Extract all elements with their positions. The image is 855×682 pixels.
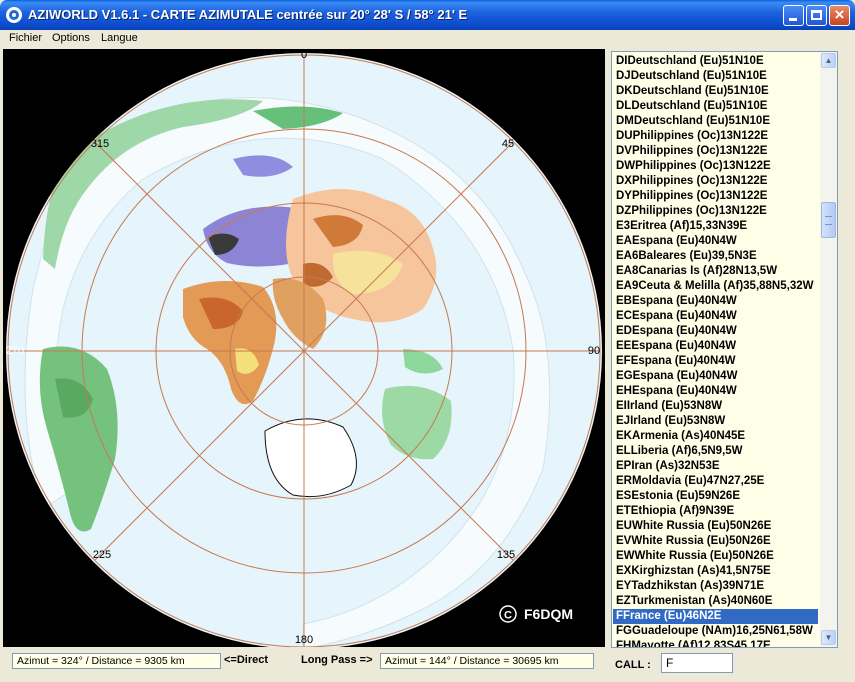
list-item[interactable]: ERMoldavia (Eu)47N27,25E	[613, 474, 818, 489]
list-item[interactable]: FHMayotte (Af)12.83S45.17E	[613, 639, 818, 647]
copyright-text: F6DQM	[524, 606, 573, 622]
long-path-readout: Azimut = 144° / Distance = 30695 km	[380, 653, 594, 669]
direct-label: <=Direct	[224, 654, 269, 666]
list-item[interactable]: E3Eritrea (Af)15,33N39E	[613, 219, 818, 234]
list-item[interactable]: EPIran (As)32N53E	[613, 459, 818, 474]
copyright-mark: C F6DQM	[499, 605, 573, 623]
list-item[interactable]: EVWhite Russia (Eu)50N26E	[613, 534, 818, 549]
list-item[interactable]: DXPhilippines (Oc)13N122E	[613, 174, 818, 189]
list-item[interactable]: DYPhilippines (Oc)13N122E	[613, 189, 818, 204]
globe-icon[interactable]	[6, 7, 22, 23]
maximize-icon	[811, 10, 822, 20]
azimuth-label-135: 135	[497, 549, 515, 561]
list-item[interactable]: EDEspana (Eu)40N4W	[613, 324, 818, 339]
list-item[interactable]: DKDeutschland (Eu)51N10E	[613, 84, 818, 99]
list-item[interactable]: EUWhite Russia (Eu)50N26E	[613, 519, 818, 534]
list-item[interactable]: DUPhilippines (Oc)13N122E	[613, 129, 818, 144]
list-item[interactable]: EHEspana (Eu)40N4W	[613, 384, 818, 399]
azimuth-label-225: 225	[93, 549, 111, 561]
close-icon: ×	[834, 5, 845, 24]
list-item[interactable]: ELLiberia (Af)6,5N9,5W	[613, 444, 818, 459]
list-item[interactable]: ETEthiopia (Af)9N39E	[613, 504, 818, 519]
list-item[interactable]: EJIrland (Eu)53N8W	[613, 414, 818, 429]
status-bar: Azimut = 324° / Distance = 9305 km <=Dir…	[0, 648, 855, 682]
list-item[interactable]: DIDeutschland (Eu)51N10E	[613, 54, 818, 69]
list-item[interactable]: EEEspana (Eu)40N4W	[613, 339, 818, 354]
menu-bar: Fichier Options Langue	[0, 30, 855, 48]
maximize-button[interactable]	[806, 5, 827, 26]
scroll-thumb[interactable]	[821, 202, 836, 238]
list-item[interactable]: EXKirghizstan (As)41,5N75E	[613, 564, 818, 579]
copyright-icon: C	[504, 610, 512, 622]
list-item[interactable]: EYTadzhikstan (As)39N71E	[613, 579, 818, 594]
chevron-down-icon: ▼	[824, 633, 833, 642]
list-item[interactable]: EFEspana (Eu)40N4W	[613, 354, 818, 369]
scroll-up-button[interactable]: ▲	[821, 53, 836, 68]
direct-path-readout: Azimut = 324° / Distance = 9305 km	[12, 653, 221, 669]
list-item[interactable]: EAEspana (Eu)40N4W	[613, 234, 818, 249]
list-item[interactable]: EGEspana (Eu)40N4W	[613, 369, 818, 384]
list-item[interactable]: DMDeutschland (Eu)51N10E	[613, 114, 818, 129]
list-item[interactable]: DLDeutschland (Eu)51N10E	[613, 99, 818, 114]
list-item[interactable]: EA6Baleares (Eu)39,5N3E	[613, 249, 818, 264]
azimuth-label-315: 315	[91, 138, 109, 150]
azimuth-label-180: 180	[295, 634, 313, 646]
list-scrollbar[interactable]: ▲ ▼	[820, 52, 837, 647]
list-item[interactable]: DJDeutschland (Eu)51N10E	[613, 69, 818, 84]
list-item[interactable]: EA9Ceuta & Melilla (Af)35,88N5,32W	[613, 279, 818, 294]
list-item[interactable]: ECEspana (Eu)40N4W	[613, 309, 818, 324]
list-item[interactable]: EKArmenia (As)40N45E	[613, 429, 818, 444]
minimize-button[interactable]	[783, 5, 804, 26]
title-bar[interactable]: AZIWORLD V1.6.1 - CARTE AZIMUTALE centré…	[0, 0, 855, 30]
long-pass-label: Long Pass =>	[301, 654, 373, 666]
azimuth-label-0: 0	[301, 49, 307, 61]
list-item[interactable]: FGGuadeloupe (NAm)16,25N61,58W	[613, 624, 818, 639]
list-item[interactable]: EWWhite Russia (Eu)50N26E	[613, 549, 818, 564]
azimuth-label-270: 270	[6, 345, 24, 357]
list-item[interactable]: EIIrland (Eu)53N8W	[613, 399, 818, 414]
azimuthal-map[interactable]: 0 45 90 135 180 225 270 315 C F6DQM	[3, 49, 605, 647]
list-item[interactable]: EA8Canarias Is (Af)28N13,5W	[613, 264, 818, 279]
menu-langue[interactable]: Langue	[101, 32, 138, 44]
list-item[interactable]: DZPhilippines (Oc)13N122E	[613, 204, 818, 219]
list-item[interactable]: ESEstonia (Eu)59N26E	[613, 489, 818, 504]
list-item[interactable]: DVPhilippines (Oc)13N122E	[613, 144, 818, 159]
azimuth-label-45: 45	[502, 138, 514, 150]
azimuth-label-90: 90	[588, 345, 600, 357]
list-item[interactable]: DWPhilippines (Oc)13N122E	[613, 159, 818, 174]
close-button[interactable]: ×	[829, 5, 850, 26]
list-item[interactable]: EBEspana (Eu)40N4W	[613, 294, 818, 309]
call-input[interactable]	[661, 653, 733, 673]
menu-options[interactable]: Options	[52, 32, 90, 44]
minimize-icon	[789, 18, 797, 21]
list-item[interactable]: EZTurkmenistan (As)40N60E	[613, 594, 818, 609]
callsign-list-rows: DIDeutschland (Eu)51N10E DJDeutschland (E…	[613, 54, 818, 647]
call-label: CALL :	[615, 659, 651, 671]
window-title: AZIWORLD V1.6.1 - CARTE AZIMUTALE centré…	[28, 7, 468, 22]
scroll-down-button[interactable]: ▼	[821, 630, 836, 645]
chevron-up-icon: ▲	[824, 56, 833, 65]
list-item[interactable]: FFrance (Eu)46N2E	[613, 609, 818, 624]
callsign-list[interactable]: DIDeutschland (Eu)51N10E DJDeutschland (E…	[611, 51, 838, 648]
menu-fichier[interactable]: Fichier	[9, 32, 42, 44]
